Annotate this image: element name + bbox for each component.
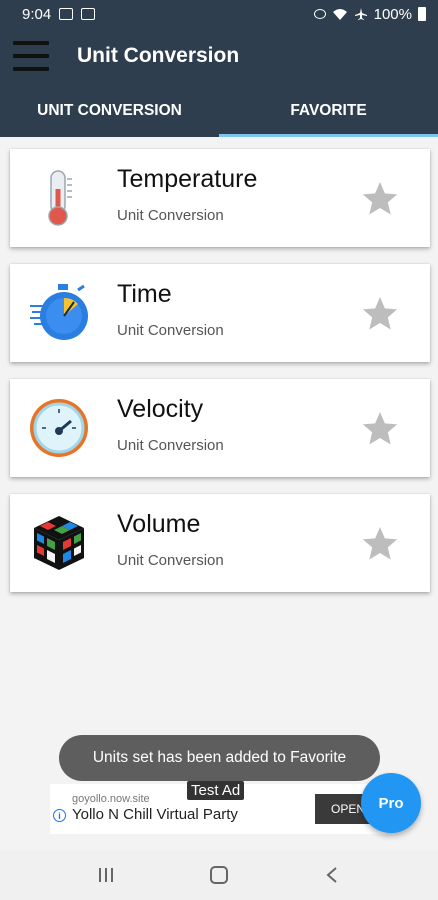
- tab-unit-conversion[interactable]: UNIT CONVERSION: [0, 84, 219, 137]
- home-icon[interactable]: [199, 855, 239, 895]
- item-subtitle: Unit Conversion: [117, 437, 224, 454]
- star-icon[interactable]: [360, 524, 400, 564]
- star-icon[interactable]: [360, 409, 400, 449]
- pro-button[interactable]: Pro: [361, 773, 421, 833]
- item-subtitle: Unit Conversion: [117, 207, 224, 224]
- list-item-volume[interactable]: Volume Unit Conversion: [10, 494, 430, 592]
- star-icon[interactable]: [360, 294, 400, 334]
- ad-domain: goyollo.now.site: [72, 793, 150, 805]
- alarm-icon: [313, 9, 326, 19]
- battery-icon: [418, 7, 426, 21]
- item-title: Velocity: [117, 395, 204, 423]
- ad-info-icon[interactable]: i: [53, 809, 66, 822]
- system-nav-bar: [0, 850, 438, 900]
- battery-percent: 100%: [373, 5, 412, 23]
- status-bar: 9:04 100%: [0, 0, 438, 28]
- stopwatch-icon: [30, 284, 88, 340]
- wifi-icon: [332, 8, 347, 20]
- tab-bar: UNIT CONVERSION FAVORITE: [0, 84, 438, 137]
- item-title: Time: [117, 280, 172, 308]
- menu-icon[interactable]: [13, 41, 49, 71]
- item-title: Temperature: [117, 165, 258, 193]
- item-subtitle: Unit Conversion: [117, 322, 224, 339]
- cube-icon: [34, 516, 84, 570]
- app-bar: Unit Conversion: [0, 28, 438, 84]
- airplane-mode-icon: [354, 8, 367, 20]
- recent-apps-icon[interactable]: [86, 855, 126, 895]
- test-ad-badge: Test Ad: [187, 781, 245, 800]
- toast-message: Units set has been added to Favorite: [59, 735, 380, 781]
- app-title: Unit Conversion: [77, 44, 240, 67]
- item-subtitle: Unit Conversion: [117, 552, 224, 569]
- item-title: Volume: [117, 510, 201, 538]
- list-item-time[interactable]: Time Unit Conversion: [10, 264, 430, 362]
- speedometer-icon: [30, 399, 88, 457]
- back-icon[interactable]: [312, 855, 352, 895]
- mail-notification-icon: [81, 8, 96, 20]
- star-icon[interactable]: [360, 179, 400, 219]
- thermometer-icon: [48, 170, 72, 226]
- gallery-notification-icon: [59, 8, 74, 20]
- ad-banner[interactable]: Test Ad i goyollo.now.site Yollo N Chill…: [50, 781, 386, 834]
- list-item-temperature[interactable]: Temperature Unit Conversion: [10, 149, 430, 247]
- tab-favorite[interactable]: FAVORITE: [219, 84, 438, 137]
- list-item-velocity[interactable]: Velocity Unit Conversion: [10, 379, 430, 477]
- status-time: 9:04: [22, 5, 52, 23]
- ad-title: Yollo N Chill Virtual Party: [72, 806, 238, 823]
